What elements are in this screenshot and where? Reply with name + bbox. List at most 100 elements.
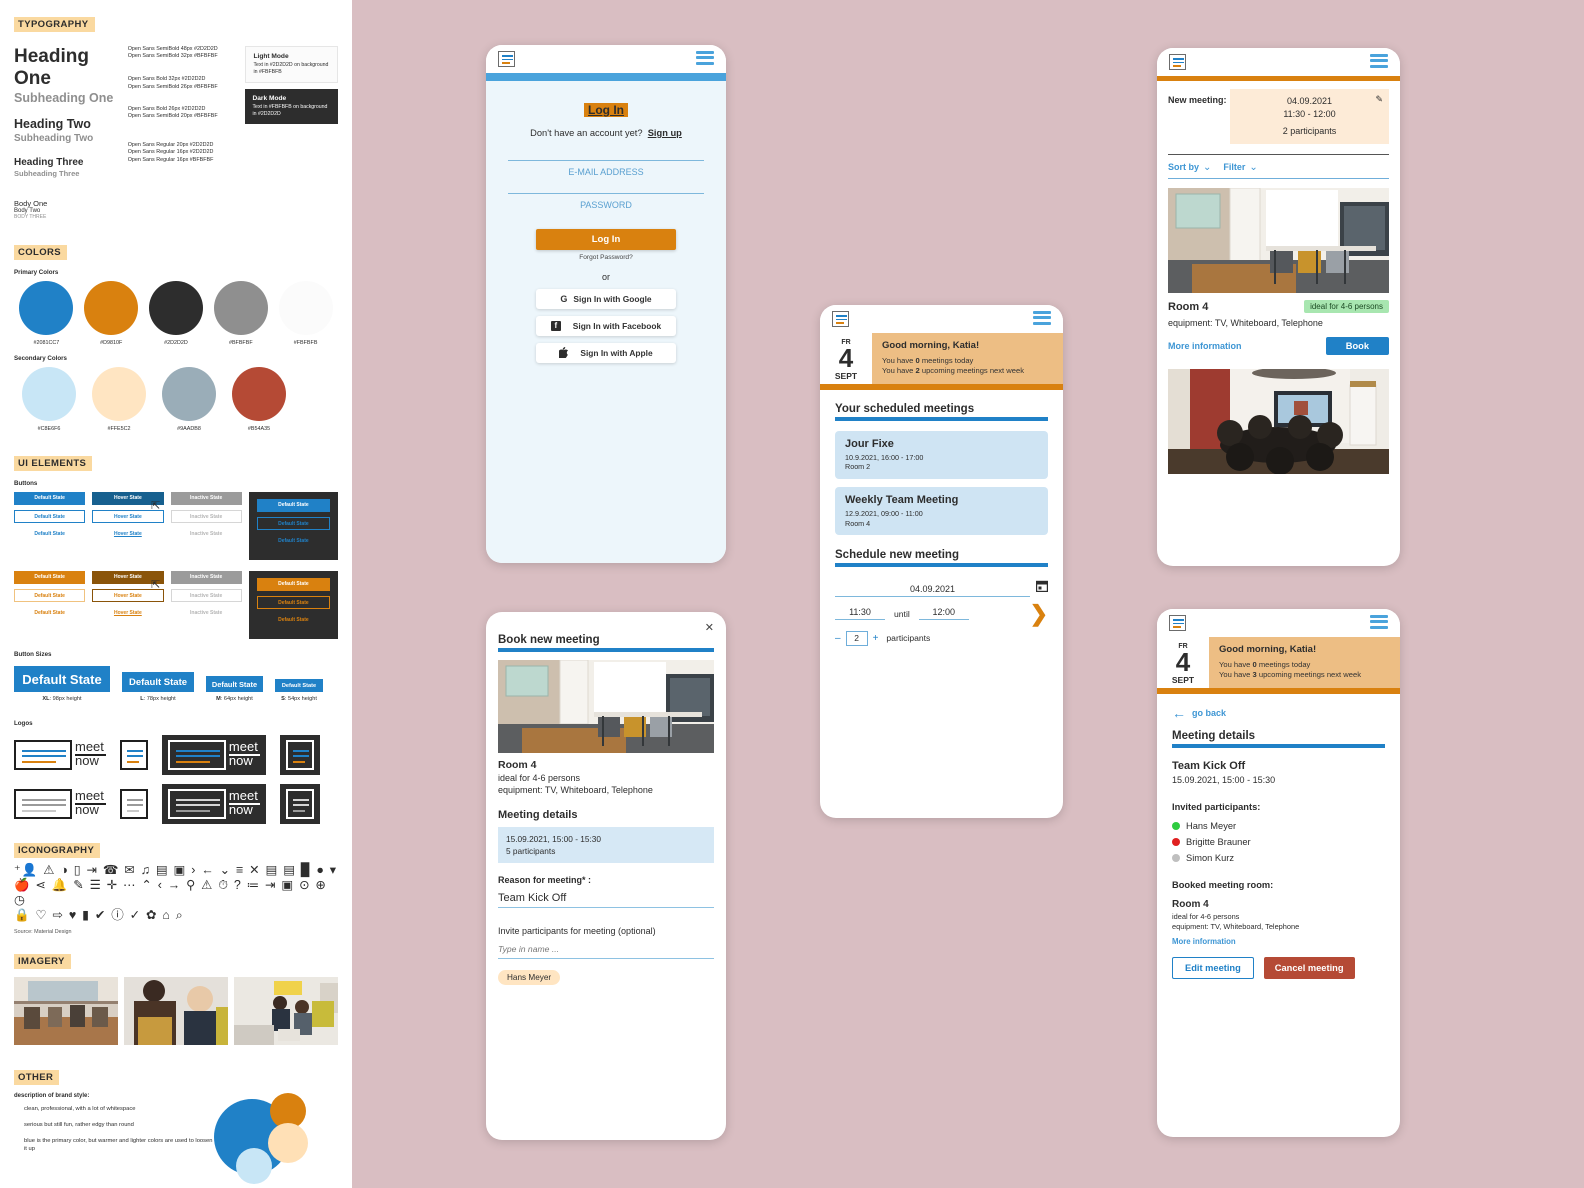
rooms-phone-mockup: New meeting: ✎ 04.09.2021 11:30 - 12:00 … — [1157, 48, 1400, 566]
button-dark-filled-orange[interactable]: Default State — [256, 578, 330, 592]
book-meeting-title: Book new meeting — [498, 634, 600, 646]
app-logo-icon[interactable] — [1169, 54, 1186, 70]
button-text-hover-orange[interactable]: Hover State — [92, 607, 163, 620]
chevron-down-icon[interactable]: ⌄ — [1249, 162, 1257, 173]
go-back-button[interactable]: ← go back — [1172, 706, 1385, 720]
button-text-default-orange[interactable]: Default State — [14, 607, 85, 620]
button-m[interactable]: Default State — [206, 676, 263, 693]
button-outline-inactive: Inactive State — [170, 510, 242, 524]
app-logo-icon[interactable] — [1169, 615, 1186, 631]
sign-in-facebook-button[interactable]: f Sign In with Facebook — [536, 316, 676, 336]
spec-sh3: Open Sans SemiBold 20px #BFBFBF — [127, 113, 218, 120]
edit-icon[interactable]: ✎ — [1375, 94, 1383, 105]
primary-colors-label: Primary Colors — [14, 269, 59, 277]
greeting-pre: You have — [1219, 660, 1253, 669]
logo-full-dark: meet now — [161, 735, 266, 776]
next-step-arrow-icon[interactable]: ❯ — [1030, 603, 1048, 625]
invite-input[interactable]: Type in name ... — [498, 943, 714, 960]
greeting-line-2: You have 2 upcoming meetings next week — [882, 366, 1053, 376]
close-icon[interactable]: ✕ — [705, 621, 714, 634]
calendar-icon[interactable] — [1035, 579, 1049, 597]
time-from-input[interactable]: 11:30 — [835, 607, 885, 621]
room-equipment: equipment: TV, Whiteboard, Telephone — [1168, 318, 1323, 329]
logo-icon-dark — [279, 735, 320, 776]
button-dark-filled[interactable]: Default State — [256, 499, 330, 513]
button-dark-outline[interactable]: Default State — [256, 517, 330, 531]
forgot-password-link[interactable]: Forgot Password? — [508, 254, 704, 261]
meeting-room: Room 2 — [845, 462, 871, 472]
imagery-photo — [124, 977, 228, 1046]
greeting-pre: You have — [882, 366, 916, 376]
sort-by-dropdown[interactable]: Sort by — [1168, 162, 1199, 172]
color-swatch: #FBFBFB — [273, 281, 338, 346]
signup-link[interactable]: Sign up — [648, 128, 682, 138]
time-to-input[interactable]: 12:00 — [918, 607, 969, 621]
button-column-inactive-orange: Inactive State Inactive State Inactive S… — [170, 571, 242, 625]
button-s[interactable]: Default State — [275, 679, 323, 693]
chevron-down-icon[interactable]: ⌄ — [1203, 162, 1211, 173]
greeting-title: Good morning, Katia! — [882, 340, 980, 351]
color-hex-label: #BFBFBF — [228, 340, 253, 347]
hamburger-menu-icon[interactable] — [696, 50, 714, 68]
button-dark-text[interactable]: Default State — [257, 535, 330, 548]
spec-body-three: Open Sans Regular 16px #BFBFBF — [127, 156, 214, 163]
more-information-link[interactable]: More information — [1168, 341, 1242, 351]
color-hex-label: #FFE5C2 — [107, 426, 131, 433]
button-xl[interactable]: Default State — [14, 666, 110, 693]
style-guide-panel: TYPOGRAPHY Heading One Subheading One He… — [0, 0, 352, 1188]
button-filled-default[interactable]: Default State — [14, 492, 86, 506]
hamburger-menu-icon[interactable] — [1033, 310, 1051, 328]
button-text-default[interactable]: Default State — [14, 528, 85, 541]
current-date: FR 4 SEPT — [820, 333, 872, 384]
participants-stepper[interactable]: 2 — [845, 630, 868, 646]
participant-chip[interactable]: Hans Meyer — [498, 970, 561, 986]
login-phone-mockup: Log In Don't have an account yet? Sign u… — [486, 45, 726, 563]
spec-sh2: Open Sans SemiBold 26px #BFBFBF — [127, 83, 218, 90]
back-arrow-icon: ← — [1172, 704, 1186, 721]
spec-h2: Open Sans Bold 32px #2D2D2D — [127, 76, 206, 83]
increment-participants-button[interactable]: + — [873, 633, 879, 644]
button-filled-default-orange[interactable]: Default State — [14, 571, 86, 585]
login-button[interactable]: Log In — [536, 229, 676, 250]
reason-input[interactable]: Team Kick Off — [498, 892, 714, 909]
color-swatch: #C8E6F6 — [14, 367, 84, 432]
meeting-list-item[interactable]: Jour Fixe 10.9.2021, 16:00 - 17:00 Room … — [835, 430, 1048, 479]
brand-bubbles-graphic — [214, 1093, 334, 1188]
hamburger-menu-icon[interactable] — [1370, 614, 1388, 632]
app-logo-icon[interactable] — [498, 51, 515, 67]
logo-full-dark-mono: meet now — [161, 784, 266, 825]
button-dark-outline-orange[interactable]: Default State — [256, 596, 330, 610]
meeting-details-box: 15.09.2021, 15:00 - 15:30 5 participants — [498, 827, 714, 864]
password-field[interactable]: PASSWORD — [508, 193, 704, 210]
button-l[interactable]: Default State — [122, 672, 194, 693]
book-room-button[interactable]: Book — [1325, 337, 1389, 356]
email-field[interactable]: E-MAIL ADDRESS — [508, 160, 704, 177]
dark-mode-title: Dark Mode — [252, 95, 287, 103]
edit-meeting-button[interactable]: Edit meeting — [1172, 956, 1254, 979]
filter-dropdown[interactable]: Filter — [1223, 162, 1245, 172]
date-input[interactable]: 04.09.2021 — [835, 584, 1030, 598]
new-meeting-time: 11:30 - 12:00 — [1283, 108, 1336, 119]
room-photo-secondary[interactable] — [1168, 369, 1389, 475]
sign-in-google-button[interactable]: G Sign In with Google — [536, 289, 676, 309]
cancel-meeting-button[interactable]: Cancel meeting — [1263, 956, 1355, 979]
light-mode-swatch: Light Mode Text in #2D2D2D on background… — [245, 46, 338, 84]
button-text-inactive-orange: Inactive State — [190, 610, 223, 617]
button-outline-default[interactable]: Default State — [14, 510, 86, 524]
button-size-s: Default State S: 54px height — [275, 679, 323, 702]
color-hex-label: #D9810F — [100, 340, 123, 347]
hamburger-menu-icon[interactable] — [1370, 53, 1388, 71]
app-header — [1157, 609, 1400, 637]
button-dark-text-orange[interactable]: Default State — [257, 614, 330, 627]
decrement-participants-button[interactable]: – — [835, 633, 841, 644]
button-text-hover[interactable]: Hover State — [92, 528, 163, 541]
room-photo[interactable] — [1168, 188, 1389, 294]
more-information-link[interactable]: More information — [1172, 937, 1385, 946]
button-l-caption: L: 78px height — [122, 696, 194, 702]
cursor-pointer-icon: ⇱ — [151, 500, 161, 513]
button-outline-default-orange[interactable]: Default State — [14, 589, 86, 603]
meeting-list-item[interactable]: Weekly Team Meeting 12.9.2021, 09:00 - 1… — [835, 486, 1048, 536]
app-logo-icon[interactable] — [832, 311, 849, 327]
sign-in-apple-button[interactable]: Sign In with Apple — [536, 343, 676, 363]
button-xl-caption: XL: 98px height — [14, 696, 110, 702]
